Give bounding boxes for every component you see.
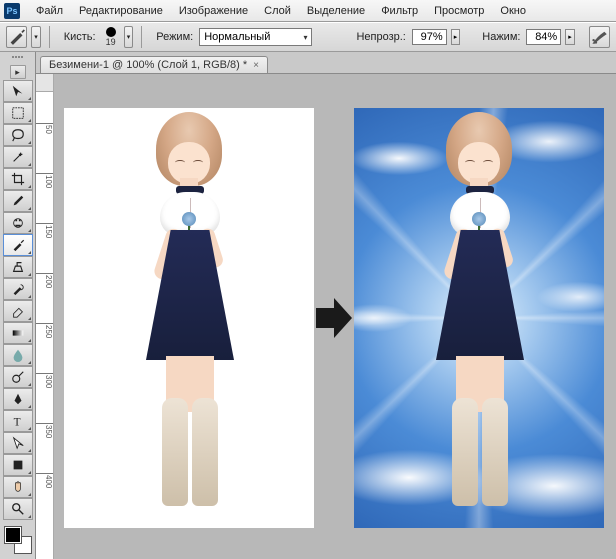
menu-select[interactable]: Выделение: [299, 2, 373, 20]
menu-layer[interactable]: Слой: [256, 2, 299, 20]
document-tab-title: Безимени-1 @ 100% (Слой 1, RGB/8) *: [49, 59, 247, 71]
arrow-right-icon: [314, 296, 354, 340]
brush-preview[interactable]: 19: [106, 27, 116, 47]
blend-mode-value: Нормальный: [204, 31, 270, 43]
shape-tool[interactable]: [3, 454, 33, 476]
brush-dot-icon: [106, 27, 116, 37]
opacity-flyout[interactable]: ▸: [451, 29, 461, 45]
tool-preset-icon[interactable]: [6, 26, 27, 48]
flow-flyout[interactable]: ▸: [565, 29, 575, 45]
pen-tool[interactable]: [3, 388, 33, 410]
menu-view[interactable]: Просмотр: [426, 2, 492, 20]
tools-column-toggle[interactable]: ▸: [10, 65, 26, 79]
history-brush-tool[interactable]: [3, 278, 33, 300]
menu-file[interactable]: Файл: [28, 2, 71, 20]
separator: [49, 26, 50, 48]
app-logo-icon: Ps: [4, 3, 20, 19]
move-tool[interactable]: [3, 80, 33, 102]
opacity-input[interactable]: 97%: [412, 29, 447, 45]
ruler-tick: 350: [36, 423, 53, 473]
menu-window[interactable]: Окно: [492, 2, 534, 20]
blend-mode-select[interactable]: Нормальный ▾: [199, 28, 312, 46]
eraser-tool[interactable]: [3, 300, 33, 322]
character-illustration: [114, 112, 264, 512]
airbrush-icon[interactable]: [589, 26, 610, 48]
ruler-tick: 250: [36, 323, 53, 373]
chevron-down-icon: ▾: [303, 33, 307, 42]
character-illustration: [404, 112, 554, 512]
crop-tool[interactable]: [3, 168, 33, 190]
ruler-vertical[interactable]: 50100150200250300350400: [36, 92, 54, 559]
dodge-tool[interactable]: [3, 366, 33, 388]
ruler-tick: 150: [36, 223, 53, 273]
mode-label: Режим:: [156, 31, 193, 43]
ruler-tick: 400: [36, 473, 53, 523]
ruler-tick: 300: [36, 373, 53, 423]
flow-label: Нажим:: [482, 31, 520, 43]
menu-filter[interactable]: Фильтр: [373, 2, 426, 20]
blur-tool[interactable]: [3, 344, 33, 366]
eyedropper-tool[interactable]: [3, 190, 33, 212]
color-swatches[interactable]: [5, 527, 31, 553]
marquee-tool[interactable]: [3, 102, 33, 124]
after-panel: [354, 108, 604, 528]
ruler-origin[interactable]: [36, 74, 54, 92]
clone-stamp-tool[interactable]: [3, 256, 33, 278]
panel-grip-icon[interactable]: [3, 56, 33, 62]
canvas-content: [64, 98, 604, 538]
menu-image[interactable]: Изображение: [171, 2, 256, 20]
ruler-tick: 50: [36, 123, 53, 173]
before-panel: [64, 108, 314, 528]
lasso-tool[interactable]: [3, 124, 33, 146]
hand-tool[interactable]: [3, 476, 33, 498]
foreground-color-swatch[interactable]: [5, 527, 21, 543]
brush-label: Кисть:: [64, 31, 96, 43]
brush-picker-menu[interactable]: ▾: [124, 26, 134, 48]
document-tabbar: Безимени-1 @ 100% (Слой 1, RGB/8) * ×: [36, 52, 616, 74]
ruler-tick: 200: [36, 273, 53, 323]
menu-help[interactable]: [534, 8, 550, 14]
menubar: Ps Файл Редактирование Изображение Слой …: [0, 0, 616, 22]
flow-input[interactable]: 84%: [526, 29, 561, 45]
tools-panel: ▸ T: [0, 52, 36, 559]
opacity-label: Непрозр.:: [356, 31, 405, 43]
brush-tool[interactable]: [3, 234, 33, 256]
tool-preset-menu[interactable]: ▾: [31, 26, 41, 48]
document-tab[interactable]: Безимени-1 @ 100% (Слой 1, RGB/8) * ×: [40, 56, 268, 73]
separator: [141, 26, 142, 48]
zoom-tool[interactable]: [3, 498, 33, 520]
canvas-area[interactable]: [54, 92, 616, 559]
menu-edit[interactable]: Редактирование: [71, 2, 171, 20]
healing-brush-tool[interactable]: [3, 212, 33, 234]
ruler-tick: 100: [36, 173, 53, 223]
type-tool[interactable]: T: [3, 410, 33, 432]
gradient-tool[interactable]: [3, 322, 33, 344]
svg-text:T: T: [13, 416, 20, 428]
options-bar: ▾ Кисть: 19 ▾ Режим: Нормальный ▾ Непроз…: [0, 22, 616, 52]
close-tab-icon[interactable]: ×: [253, 60, 259, 71]
brush-size-value: 19: [106, 37, 116, 47]
magic-wand-tool[interactable]: [3, 146, 33, 168]
path-selection-tool[interactable]: [3, 432, 33, 454]
